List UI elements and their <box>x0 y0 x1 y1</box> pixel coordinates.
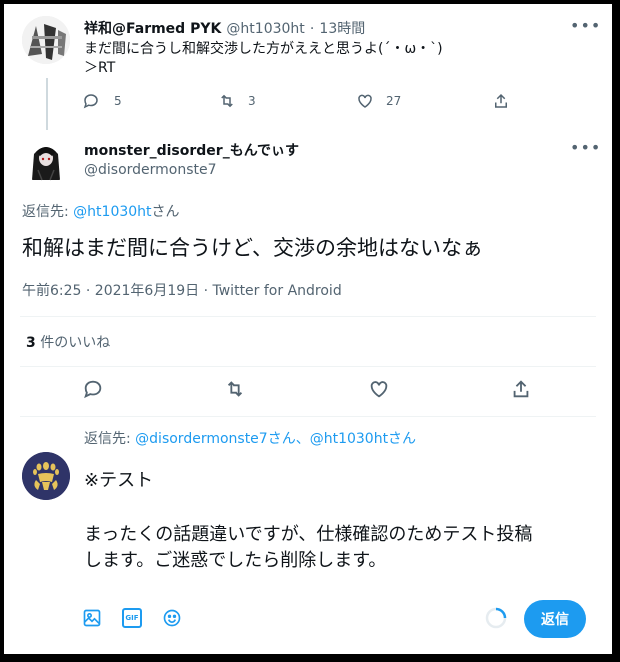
main-timestamp[interactable]: 午前6:25 · 2021年6月19日 · <box>22 283 213 299</box>
parent-text-line1: まだ間に合うし和解交渉した方がええと思うよ(´・ω・`) <box>84 41 443 57</box>
main-reply-to: 返信先: @ht1030htさん <box>22 201 180 221</box>
composer-avatar[interactable] <box>22 452 70 500</box>
parent-retweet-count: 3 <box>248 94 256 108</box>
parent-handle[interactable]: @ht1030ht <box>226 21 304 37</box>
parent-tweet-header: 祥和@Farmed PYK @ht1030ht · 13時間 <box>84 18 365 38</box>
main-tweet-author: monster_disorder_もんでぃす @disordermonste7 <box>84 140 299 178</box>
composer-reply-to: 返信先: @disordermonste7さん、@ht1030htさん <box>84 428 416 448</box>
parent-display-name[interactable]: 祥和@Farmed PYK <box>84 21 221 37</box>
retweet-icon[interactable] <box>218 92 236 110</box>
reply-icon[interactable] <box>82 92 100 110</box>
reply-button[interactable]: 返信 <box>524 600 586 638</box>
composer-text-line3: します。ご迷惑でしたら削除します。 <box>84 550 387 571</box>
main-display-name[interactable]: monster_disorder_もんでぃす <box>84 140 299 160</box>
parent-action-bar: 5 3 27 <box>82 92 512 112</box>
tweet-thread-panel: 祥和@Farmed PYK @ht1030ht · 13時間 ••• まだ間に合… <box>4 4 612 654</box>
media-image-icon[interactable] <box>82 608 102 632</box>
main-reply-to-handle[interactable]: @ht1030ht <box>73 204 151 220</box>
gif-icon[interactable]: GIF <box>122 608 142 628</box>
main-client[interactable]: Twitter for Android <box>213 283 342 299</box>
character-count-ring-icon <box>484 606 508 634</box>
main-timestamp-row: 午前6:25 · 2021年6月19日 · Twitter for Androi… <box>22 280 342 300</box>
composer-text-area[interactable]: ※テスト まったくの話題違いですが、仕様確認のためテスト投稿 します。ご迷惑でし… <box>84 468 532 574</box>
likes-count: 3 <box>26 335 36 351</box>
composer-reply-to-handles[interactable]: @disordermonste7さん、@ht1030htさん <box>135 431 416 447</box>
likes-summary[interactable]: 3 件のいいね <box>26 332 110 352</box>
parent-avatar[interactable] <box>22 16 70 64</box>
thread-connector-line <box>46 78 48 130</box>
divider <box>20 316 596 317</box>
emoji-icon[interactable] <box>162 608 182 632</box>
main-action-bar <box>82 378 534 404</box>
main-reply-to-prefix: 返信先: <box>22 204 74 220</box>
composer-reply-to-prefix: 返信先: <box>84 431 136 447</box>
retweet-icon[interactable] <box>224 378 246 400</box>
parent-like-count: 27 <box>386 94 402 108</box>
composer-text-line1: ※テスト <box>84 470 154 491</box>
divider <box>20 416 596 417</box>
divider <box>20 366 596 367</box>
share-icon[interactable] <box>510 378 532 400</box>
main-avatar[interactable] <box>22 136 70 184</box>
parent-tweet-text: まだ間に合うし和解交渉した方がええと思うよ(´・ω・`) ＞RT <box>84 40 443 78</box>
parent-reply-count: 5 <box>114 94 122 108</box>
likes-label: 件のいいね <box>35 335 111 351</box>
reply-icon[interactable] <box>82 378 104 400</box>
composer-text-line2: まったくの話題違いですが、仕様確認のためテスト投稿 <box>84 524 533 545</box>
main-reply-to-suffix: さん <box>151 204 180 220</box>
like-icon[interactable] <box>368 378 390 400</box>
share-icon[interactable] <box>492 92 510 110</box>
parent-more-icon[interactable]: ••• <box>570 16 601 35</box>
parent-time[interactable]: 13時間 <box>319 21 365 37</box>
parent-text-line2: ＞RT <box>84 60 116 76</box>
main-handle[interactable]: @disordermonste7 <box>84 162 299 178</box>
like-icon[interactable] <box>356 92 374 110</box>
parent-separator: · <box>309 21 315 37</box>
gif-label: GIF <box>125 614 139 622</box>
main-tweet-text: 和解はまだ間に合うけど、交渉の余地はないなぁ <box>22 236 483 260</box>
main-more-icon[interactable]: ••• <box>570 138 601 157</box>
